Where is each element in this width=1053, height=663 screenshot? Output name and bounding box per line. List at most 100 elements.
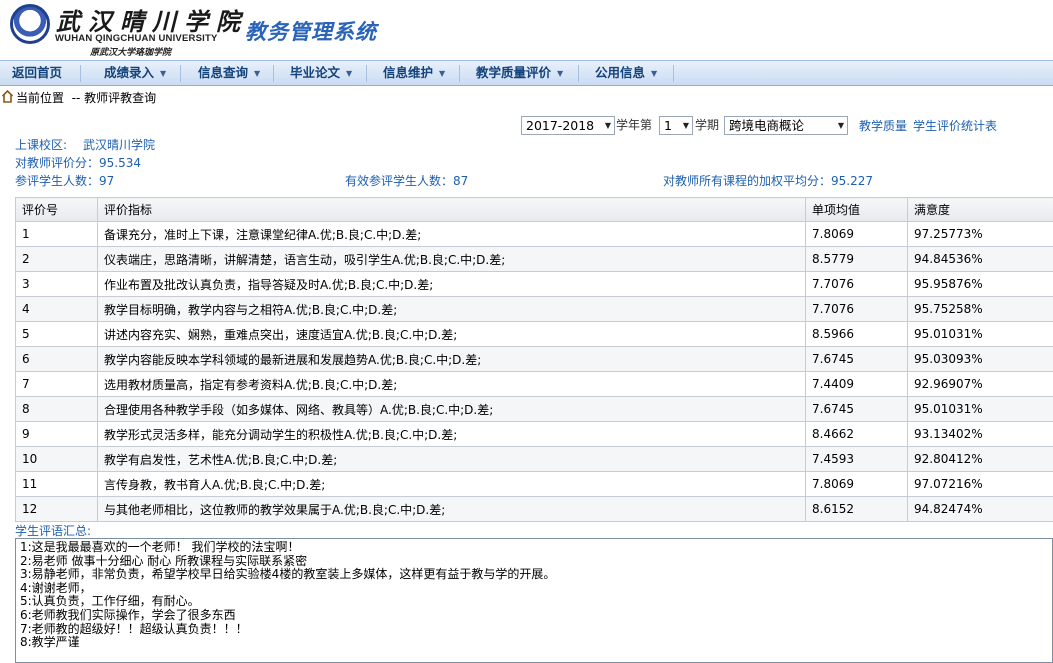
nav-item-label: 信息维护 (383, 65, 434, 80)
nav-item-info-maintenance[interactable]: 信息维护 ▼ (383, 61, 445, 85)
cell-satisfaction: 97.25773% (907, 221, 1053, 247)
comment-line: 1:这是我最最喜欢的一个老师！ 我们学校的法宝啊！ (20, 540, 300, 554)
cell-satisfaction: 93.13402% (907, 421, 1053, 447)
cell-id: 3 (15, 271, 98, 297)
cell-indicator: 教学目标明确，教学内容与之相符A.优;B.良;C.中;D.差; (97, 296, 806, 322)
year-select-value: 2017-2018 (526, 118, 595, 133)
term-select[interactable]: 1 ▼ (659, 116, 693, 135)
student-eval-stats-link[interactable]: 学生评价统计表 (913, 117, 997, 136)
cell-mean: 7.8069 (805, 221, 908, 247)
evaluation-table: 评价号 评价指标 单项均值 满意度 1 备课充分，准时上下课，注意课堂纪律A.优;… (15, 197, 1053, 522)
table-row: 7 选用教材质量高，指定有参考资料A.优;B.良;C.中;D.差; 7.4409 92… (15, 371, 1053, 397)
term-select-value: 1 (664, 118, 672, 133)
nav-item-label: 毕业论文 (290, 65, 341, 80)
col-header-id: 评价号 (15, 197, 98, 222)
nav-item-label: 信息查询 (198, 65, 249, 80)
logo-chinese-name: 武汉晴川学院 (56, 7, 248, 36)
cell-satisfaction: 95.95876% (907, 271, 1053, 297)
cell-satisfaction: 94.82474% (907, 496, 1053, 522)
cell-id: 8 (15, 396, 98, 422)
cell-mean: 7.4593 (805, 446, 908, 472)
cell-indicator: 选用教材质量高，指定有参考资料A.优;B.良;C.中;D.差; (97, 371, 806, 397)
cell-id: 5 (15, 321, 98, 347)
home-icon (2, 90, 13, 103)
caret-down-icon: ▼ (254, 69, 261, 78)
university-emblem-icon (10, 4, 50, 44)
cell-id: 9 (15, 421, 98, 447)
nav-item-home[interactable]: 返回首页 (12, 61, 62, 85)
caret-down-icon: ▼ (651, 69, 658, 78)
header: 武汉晴川学院 WUHAN QINGCHUAN UNIVERSITY 原武汉大学珞… (0, 0, 1053, 60)
teaching-quality-link[interactable]: 教学质量 (859, 117, 907, 136)
cell-indicator: 仪表端庄，思路清晰，讲解清楚，语言生动，吸引学生A.优;B.良;C.中;D.差; (97, 246, 806, 272)
cell-indicator: 讲述内容充实、娴熟，重难点突出，速度适宜A.优;B.良;C.中;D.差; (97, 321, 806, 347)
comments-textarea[interactable]: 1:这是我最最喜欢的一个老师！ 我们学校的法宝啊！ 2:易老师 做事十分细心 耐心… (15, 538, 1053, 663)
table-row: 4 教学目标明确，教学内容与之相符A.优;B.良;C.中;D.差; 7.7076 95… (15, 296, 1053, 322)
cell-satisfaction: 92.80412% (907, 446, 1053, 472)
cell-satisfaction: 95.03093% (907, 346, 1053, 372)
table-header-row: 评价号 评价指标 单项均值 满意度 (15, 197, 1053, 222)
cell-satisfaction: 94.84536% (907, 246, 1053, 272)
cell-mean: 7.7076 (805, 271, 908, 297)
table-row: 6 教学内容能反映本学科领域的最新进展和发展趋势A.优;B.良;C.中;D.差; 7… (15, 346, 1053, 372)
table-row: 9 教学形式灵活多样，能充分调动学生的积极性A.优;B.良;C.中;D.差; 8.4… (15, 421, 1053, 447)
logo-english-name: WUHAN QINGCHUAN UNIVERSITY (55, 33, 218, 44)
year-select[interactable]: 2017-2018 ▼ (521, 116, 615, 135)
table-row: 3 作业布置及批改认真负责，指导答疑及时A.优;B.良;C.中;D.差; 7.707… (15, 271, 1053, 297)
table-row: 12 与其他老师相比，这位教师的教学效果属于A.优;B.良;C.中;D.差; 8.6… (15, 496, 1053, 522)
year-suffix-label: 学年第 (616, 118, 653, 132)
comment-line: 6:老师教我们实际操作，学会了很多东西 (20, 607, 236, 622)
nav-item-label: 公用信息 (595, 65, 646, 80)
course-select[interactable]: 跨境电商概论 ▼ (724, 116, 848, 135)
nav-separator (80, 65, 81, 82)
caret-down-icon: ▼ (346, 69, 353, 78)
cell-id: 6 (15, 346, 98, 372)
nav-item-public-info[interactable]: 公用信息 ▼ (595, 61, 657, 85)
campus-value: 武汉晴川学院 (83, 138, 156, 152)
nav-separator (673, 65, 674, 82)
cell-indicator: 与其他老师相比，这位教师的教学效果属于A.优;B.良;C.中;D.差; (97, 496, 806, 522)
cell-mean: 7.4409 (805, 371, 908, 397)
nav-item-label: 成绩录入 (104, 65, 155, 80)
caret-down-icon: ▼ (160, 69, 167, 78)
cell-id: 10 (15, 446, 98, 472)
cell-satisfaction: 95.01031% (907, 321, 1053, 347)
nav-item-grade-entry[interactable]: 成绩录入 ▼ (104, 61, 166, 85)
cell-id: 7 (15, 371, 98, 397)
caret-down-icon: ▼ (439, 69, 446, 78)
cell-indicator: 教学有启发性，艺术性A.优;B.良;C.中;D.差; (97, 446, 806, 472)
comment-line: 4:谢谢老师， (20, 580, 92, 595)
cell-id: 4 (15, 296, 98, 322)
nav-item-info-query[interactable]: 信息查询 ▼ (198, 61, 260, 85)
cell-id: 2 (15, 246, 98, 272)
nav-item-teaching-evaluation[interactable]: 教学质量评价 ▼ (476, 61, 563, 85)
course-select-value: 跨境电商概论 (729, 118, 805, 133)
col-header-mean: 单项均值 (805, 197, 908, 222)
cell-satisfaction: 97.07216% (907, 471, 1053, 497)
table-row: 5 讲述内容充实、娴熟，重难点突出，速度适宜A.优;B.良;C.中;D.差; 8.5… (15, 321, 1053, 347)
nav-separator (273, 65, 274, 82)
nav-item-thesis[interactable]: 毕业论文 ▼ (290, 61, 352, 85)
col-header-indicator: 评价指标 (97, 197, 806, 222)
chevron-down-icon: ▼ (604, 121, 611, 130)
valid-participant-count: 有效参评学生人数：87 (345, 174, 469, 188)
cell-indicator: 教学形式灵活多样，能充分调动学生的积极性A.优;B.良;C.中;D.差; (97, 421, 806, 447)
cell-indicator: 作业布置及批改认真负责，指导答疑及时A.优;B.良;C.中;D.差; (97, 271, 806, 297)
cell-satisfaction: 92.96907% (907, 371, 1053, 397)
nav-separator (180, 65, 181, 82)
breadcrumb-text: 当前位置 -- 教师评教查询 (16, 91, 157, 105)
chevron-down-icon: ▼ (837, 121, 844, 130)
cell-mean: 7.8069 (805, 471, 908, 497)
cell-indicator: 合理使用各种教学手段（如多媒体、网络、教具等）A.优;B.良;C.中;D.差; (97, 396, 806, 422)
cell-id: 11 (15, 471, 98, 497)
table-row: 8 合理使用各种教学手段（如多媒体、网络、教具等）A.优;B.良;C.中;D.差;… (15, 396, 1053, 422)
comments-label: 学生评语汇总: (15, 524, 92, 538)
nav-item-label: 返回首页 (12, 65, 63, 80)
comment-line: 7:老师教的超级好！！超级认真负责！！！ (20, 621, 248, 636)
table-row: 1 备课充分，准时上下课，注意课堂纪律A.优;B.良;C.中;D.差; 7.8069… (15, 221, 1053, 247)
table-row: 11 言传身教，教书育人A.优;B.良;C.中;D.差; 7.8069 97.0721… (15, 471, 1053, 497)
cell-mean: 7.7076 (805, 296, 908, 322)
cell-mean: 8.4662 (805, 421, 908, 447)
cell-satisfaction: 95.75258% (907, 296, 1053, 322)
cell-mean: 8.5966 (805, 321, 908, 347)
